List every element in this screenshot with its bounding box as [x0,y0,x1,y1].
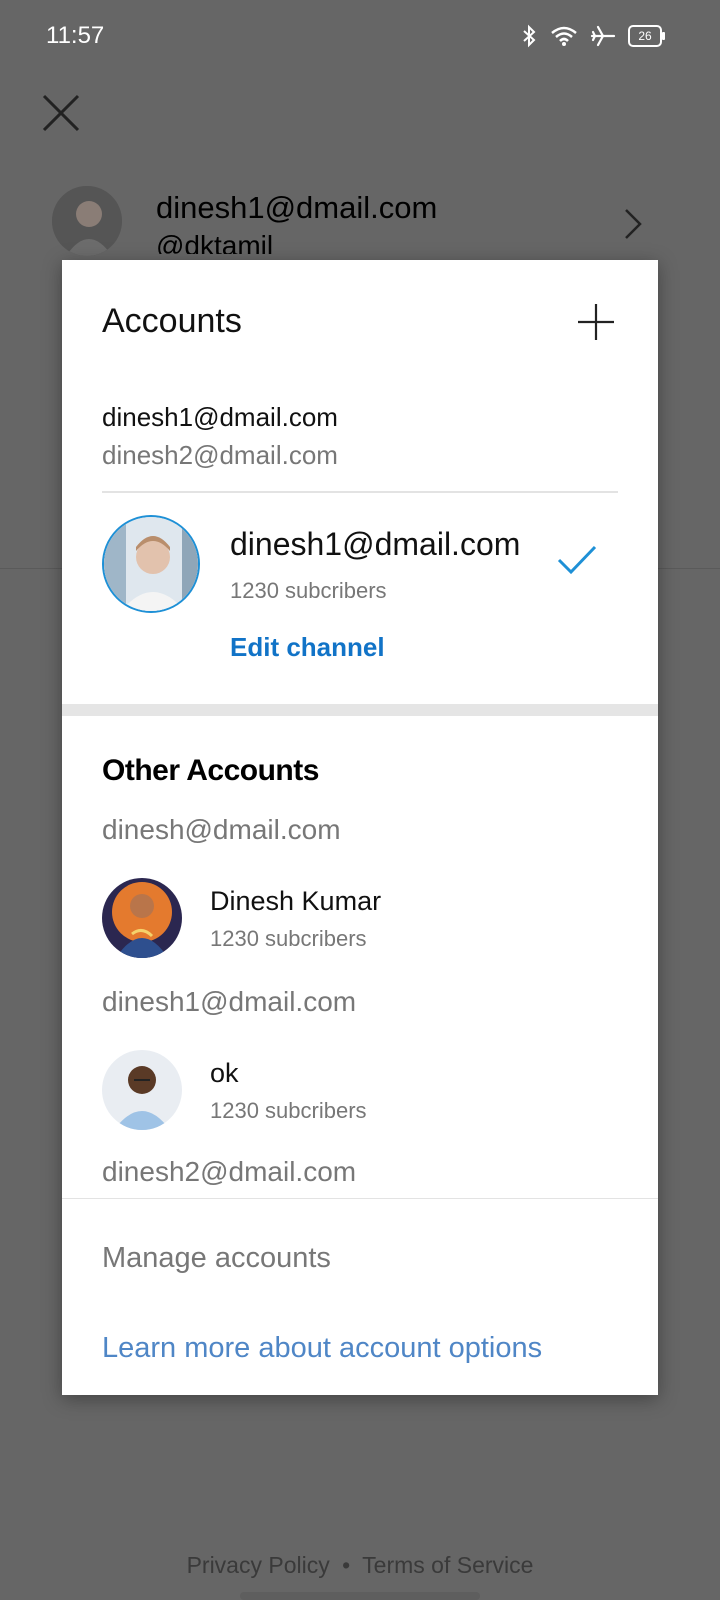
battery-icon: 26 [628,25,665,47]
other-accounts-heading: Other Accounts [102,754,319,787]
current-channel-name: dinesh1@dmail.com [230,526,521,562]
dialog-divider [102,491,618,493]
other-channel-name: Dinesh Kumar [210,886,382,916]
section-divider [62,704,658,716]
bluetooth-icon [523,24,536,48]
dialog-bottom-divider [62,1198,658,1199]
home-indicator [240,1592,480,1600]
checkmark-icon [557,545,597,575]
other-account-email: dinesh2@dmail.com [102,1156,357,1187]
other-channel-avatar [102,1050,182,1130]
edit-channel-link[interactable]: Edit channel [230,632,385,663]
other-channel-subscribers: 1230 subcribers [210,926,367,951]
other-account-email: dinesh@dmail.com [102,814,341,845]
other-channel-avatar [102,878,182,958]
status-time: 11:57 [46,22,105,49]
other-channel-name: ok [210,1058,239,1088]
avatar [52,186,122,256]
background-account-handle: @dktamil [156,230,274,254]
status-icons: 26 [520,22,665,50]
chevron-right-icon [625,209,642,239]
background-account-email: dinesh1@dmail.com [156,190,438,225]
background-account-row[interactable]: dinesh1@dmail.com @dktamil [52,186,672,258]
other-accounts-list[interactable]: dinesh@dmail.com Dinesh Kumar 1230 subcr… [62,800,658,1198]
status-bar: 11:57 26 [0,0,720,72]
manage-accounts-link[interactable]: Manage accounts [102,1242,331,1275]
learn-more-link[interactable]: Learn more about account options [102,1332,542,1365]
current-channel-subscribers: 1230 subcribers [230,578,387,603]
signed-in-account-primary: dinesh1@dmail.com [102,402,338,432]
footer-links: Privacy Policy • Terms of Service [0,1552,720,1579]
privacy-policy-link[interactable]: Privacy Policy [187,1552,330,1578]
current-channel-avatar [102,515,200,613]
airplane-icon [590,25,616,47]
wifi-icon [551,26,577,46]
signed-in-account-secondary: dinesh2@dmail.com [102,440,338,470]
footer-separator: • [342,1552,351,1578]
other-account-email: dinesh1@dmail.com [102,986,357,1017]
close-icon[interactable] [40,92,82,134]
other-channel-subscribers: 1230 subcribers [210,1098,367,1123]
terms-of-service-link[interactable]: Terms of Service [362,1552,533,1578]
dialog-title: Accounts [102,302,242,340]
accounts-dialog: Accounts dinesh1@dmail.com dinesh2@dmail… [62,260,658,1395]
add-account-button[interactable] [576,302,616,342]
